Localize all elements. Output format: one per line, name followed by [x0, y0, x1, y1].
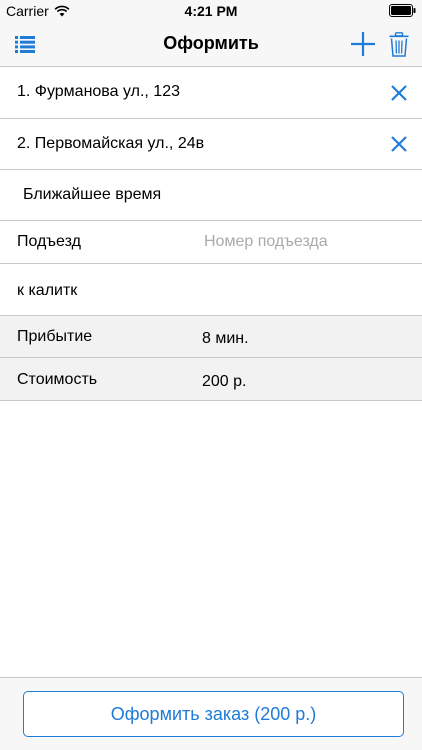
entrance-row[interactable]: Подъезд: [0, 221, 422, 264]
trash-icon: [389, 31, 409, 57]
entrance-label: Подъезд: [17, 233, 81, 250]
route-point-row[interactable]: 1. Фурманова ул., 123: [0, 67, 422, 119]
plus-icon: [351, 32, 375, 56]
place-order-button[interactable]: Оформить заказ (200 р.): [23, 691, 404, 737]
arrival-label: Прибытие: [17, 328, 93, 345]
entrance-input[interactable]: [204, 233, 404, 251]
navigation-bar: Оформить: [0, 22, 422, 67]
battery-icon: [389, 4, 416, 17]
comment-row[interactable]: к калитк: [0, 264, 422, 316]
cost-row: Стоимость 200 р.: [0, 358, 422, 401]
delete-button[interactable]: [384, 22, 414, 66]
cost-value: 200 р.: [202, 373, 247, 390]
close-icon[interactable]: [390, 84, 408, 102]
status-bar: Carrier 4:21 PM: [0, 0, 422, 22]
add-point-button[interactable]: [346, 22, 380, 66]
arrival-row: Прибытие 8 мин.: [0, 316, 422, 358]
time-option-label: Ближайшее время: [23, 186, 162, 203]
bottom-bar: Оформить заказ (200 р.): [0, 677, 422, 750]
route-point-label: 1. Фурманова ул., 123: [17, 83, 180, 100]
arrival-value: 8 мин.: [202, 330, 249, 347]
page-title: Оформить: [163, 33, 259, 53]
route-point-label: 2. Первомайская ул., 24в: [17, 135, 205, 152]
list-icon: [15, 35, 35, 53]
close-icon[interactable]: [390, 135, 408, 153]
status-time: 4:21 PM: [184, 3, 238, 19]
comment-text: к калитк: [17, 282, 78, 299]
menu-button[interactable]: [6, 22, 44, 66]
cost-label: Стоимость: [17, 371, 98, 388]
order-screen: Carrier 4:21 PM Оформить 1. Фурманова ул…: [0, 0, 422, 750]
status-right: [389, 4, 416, 17]
time-option-row[interactable]: Ближайшее время: [0, 170, 422, 221]
route-point-row[interactable]: 2. Первомайская ул., 24в: [0, 119, 422, 170]
